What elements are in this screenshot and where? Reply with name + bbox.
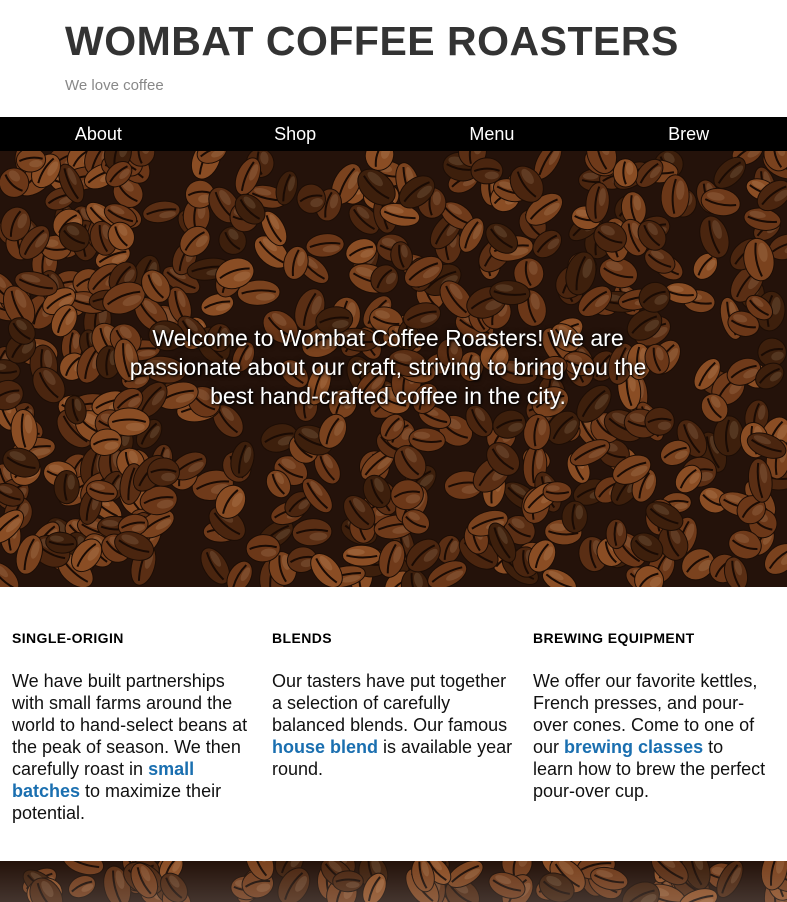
nav-item-brew[interactable]: Brew (590, 117, 787, 151)
house-blend-link[interactable]: house blend (272, 737, 378, 757)
feature-text: We offer our favorite kettles, French pr… (533, 670, 767, 802)
hero-welcome-text: Welcome to Wombat Coffee Roasters! We ar… (129, 325, 647, 409)
site-tagline: We love coffee (65, 77, 164, 95)
feature-heading: SINGLE-ORIGIN (12, 630, 124, 646)
strip-overlay (0, 861, 787, 902)
site-header: WOMBAT COFFEE ROASTERS We love coffee (0, 0, 787, 117)
feature-brewing-equipment: BREWING EQUIPMENT We offer our favorite … (521, 630, 787, 861)
features-section: SINGLE-ORIGIN We have built partnerships… (0, 587, 787, 861)
nav-item-about[interactable]: About (0, 117, 197, 151)
nav-item-menu[interactable]: Menu (394, 117, 591, 151)
feature-single-origin: SINGLE-ORIGIN We have built partnerships… (0, 630, 260, 861)
feature-text-part: Our tasters have put together a selectio… (272, 671, 508, 735)
site-title: WOMBAT COFFEE ROASTERS (65, 18, 679, 64)
feature-text: Our tasters have put together a selectio… (272, 670, 521, 780)
feature-text-part: We have built partnerships with small fa… (12, 671, 248, 779)
footer-beans-strip (0, 861, 787, 902)
feature-heading: BREWING EQUIPMENT (533, 630, 695, 646)
brewing-classes-link[interactable]: brewing classes (564, 737, 703, 757)
feature-blends: BLENDS Our tasters have put together a s… (260, 630, 521, 861)
hero-banner: Welcome to Wombat Coffee Roasters! We ar… (0, 151, 787, 587)
nav-item-shop[interactable]: Shop (197, 117, 394, 151)
feature-heading: BLENDS (272, 630, 332, 646)
feature-text: We have built partnerships with small fa… (12, 670, 260, 824)
main-nav: About Shop Menu Brew (0, 117, 787, 151)
